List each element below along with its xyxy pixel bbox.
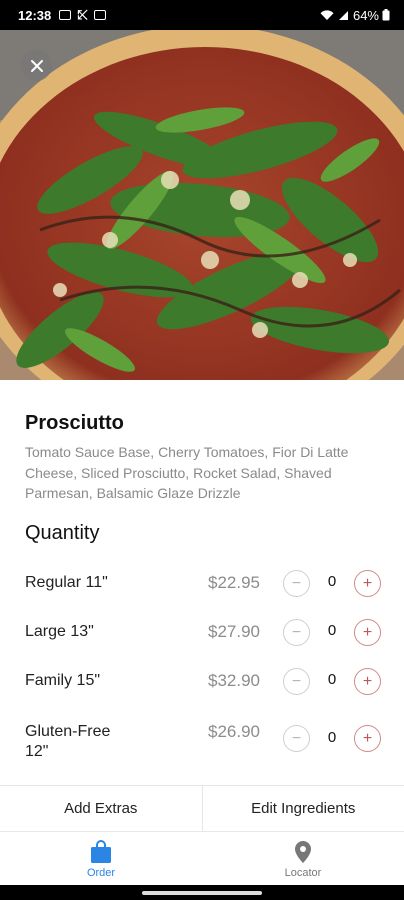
quantity-heading: Quantity bbox=[25, 522, 100, 544]
nav-locator-label: Locator bbox=[284, 867, 322, 879]
size-price: $22.95 bbox=[208, 573, 260, 592]
size-price: $32.90 bbox=[208, 671, 260, 690]
quantity-count: 0 bbox=[327, 622, 337, 639]
nav-order-label: Order bbox=[86, 867, 116, 879]
signal-icon bbox=[338, 10, 348, 20]
gallery-notification-icon bbox=[59, 10, 72, 20]
close-icon bbox=[30, 59, 43, 72]
nav-order[interactable]: Order bbox=[0, 832, 202, 885]
battery-icon bbox=[382, 9, 390, 21]
battery-percent: 64% bbox=[352, 7, 379, 23]
increase-button[interactable]: + bbox=[354, 570, 381, 597]
wifi-icon bbox=[320, 9, 334, 20]
decrease-button[interactable]: − bbox=[283, 570, 310, 597]
size-price: $27.90 bbox=[208, 622, 260, 641]
add-extras-button[interactable]: Add Extras bbox=[0, 786, 202, 831]
decrease-button[interactable]: − bbox=[283, 668, 310, 695]
size-label: Regular 11" bbox=[25, 574, 108, 591]
product-title: Prosciutto bbox=[25, 412, 124, 434]
edit-ingredients-button[interactable]: Edit Ingredients bbox=[201, 786, 404, 831]
size-label: Gluten-Free 12" bbox=[25, 723, 111, 760]
decrease-button[interactable]: − bbox=[283, 725, 310, 752]
product-description: Tomato Sauce Base, Cherry Tomatoes, Fior… bbox=[25, 444, 349, 501]
nav-locator[interactable]: Locator bbox=[202, 832, 404, 885]
action-bar: Add Extras Edit Ingredients bbox=[0, 785, 404, 831]
size-row-family: Family 15" $32.90 − 0 + bbox=[0, 661, 404, 701]
increase-button[interactable]: + bbox=[354, 619, 381, 646]
quantity-count: 0 bbox=[327, 729, 337, 746]
quantity-count: 0 bbox=[327, 573, 337, 590]
size-row-gluten-free: Gluten-Free 12" $26.90 − 0 + bbox=[0, 712, 404, 768]
missed-call-icon: ⤪ bbox=[77, 7, 88, 22]
product-image bbox=[0, 30, 404, 380]
message-notification-icon bbox=[93, 10, 106, 20]
status-time: 12:38 bbox=[18, 7, 52, 23]
size-row-regular: Regular 11" $22.95 − 0 + bbox=[0, 563, 404, 603]
size-label: Family 15" bbox=[25, 672, 101, 689]
product-details: Prosciutto Tomato Sauce Base, Cherry Tom… bbox=[0, 380, 404, 785]
system-gesture-area bbox=[0, 885, 404, 900]
status-bar: 12:38 ⤪ 64% bbox=[0, 0, 404, 30]
map-pin-icon bbox=[295, 841, 311, 863]
size-label: Large 13" bbox=[25, 623, 94, 640]
home-gesture-bar[interactable] bbox=[142, 891, 262, 895]
quantity-count: 0 bbox=[327, 671, 337, 688]
increase-button[interactable]: + bbox=[354, 725, 381, 752]
close-button[interactable] bbox=[21, 50, 52, 81]
shopping-bag-icon bbox=[91, 840, 111, 863]
app-screen: 12:38 ⤪ 64% Prosciutto Tomato Sauce Base… bbox=[0, 0, 404, 900]
size-price: $26.90 bbox=[208, 722, 260, 741]
decrease-button[interactable]: − bbox=[283, 619, 310, 646]
increase-button[interactable]: + bbox=[354, 668, 381, 695]
size-row-large: Large 13" $27.90 − 0 + bbox=[0, 612, 404, 652]
bottom-navigation: Order Locator bbox=[0, 831, 404, 885]
